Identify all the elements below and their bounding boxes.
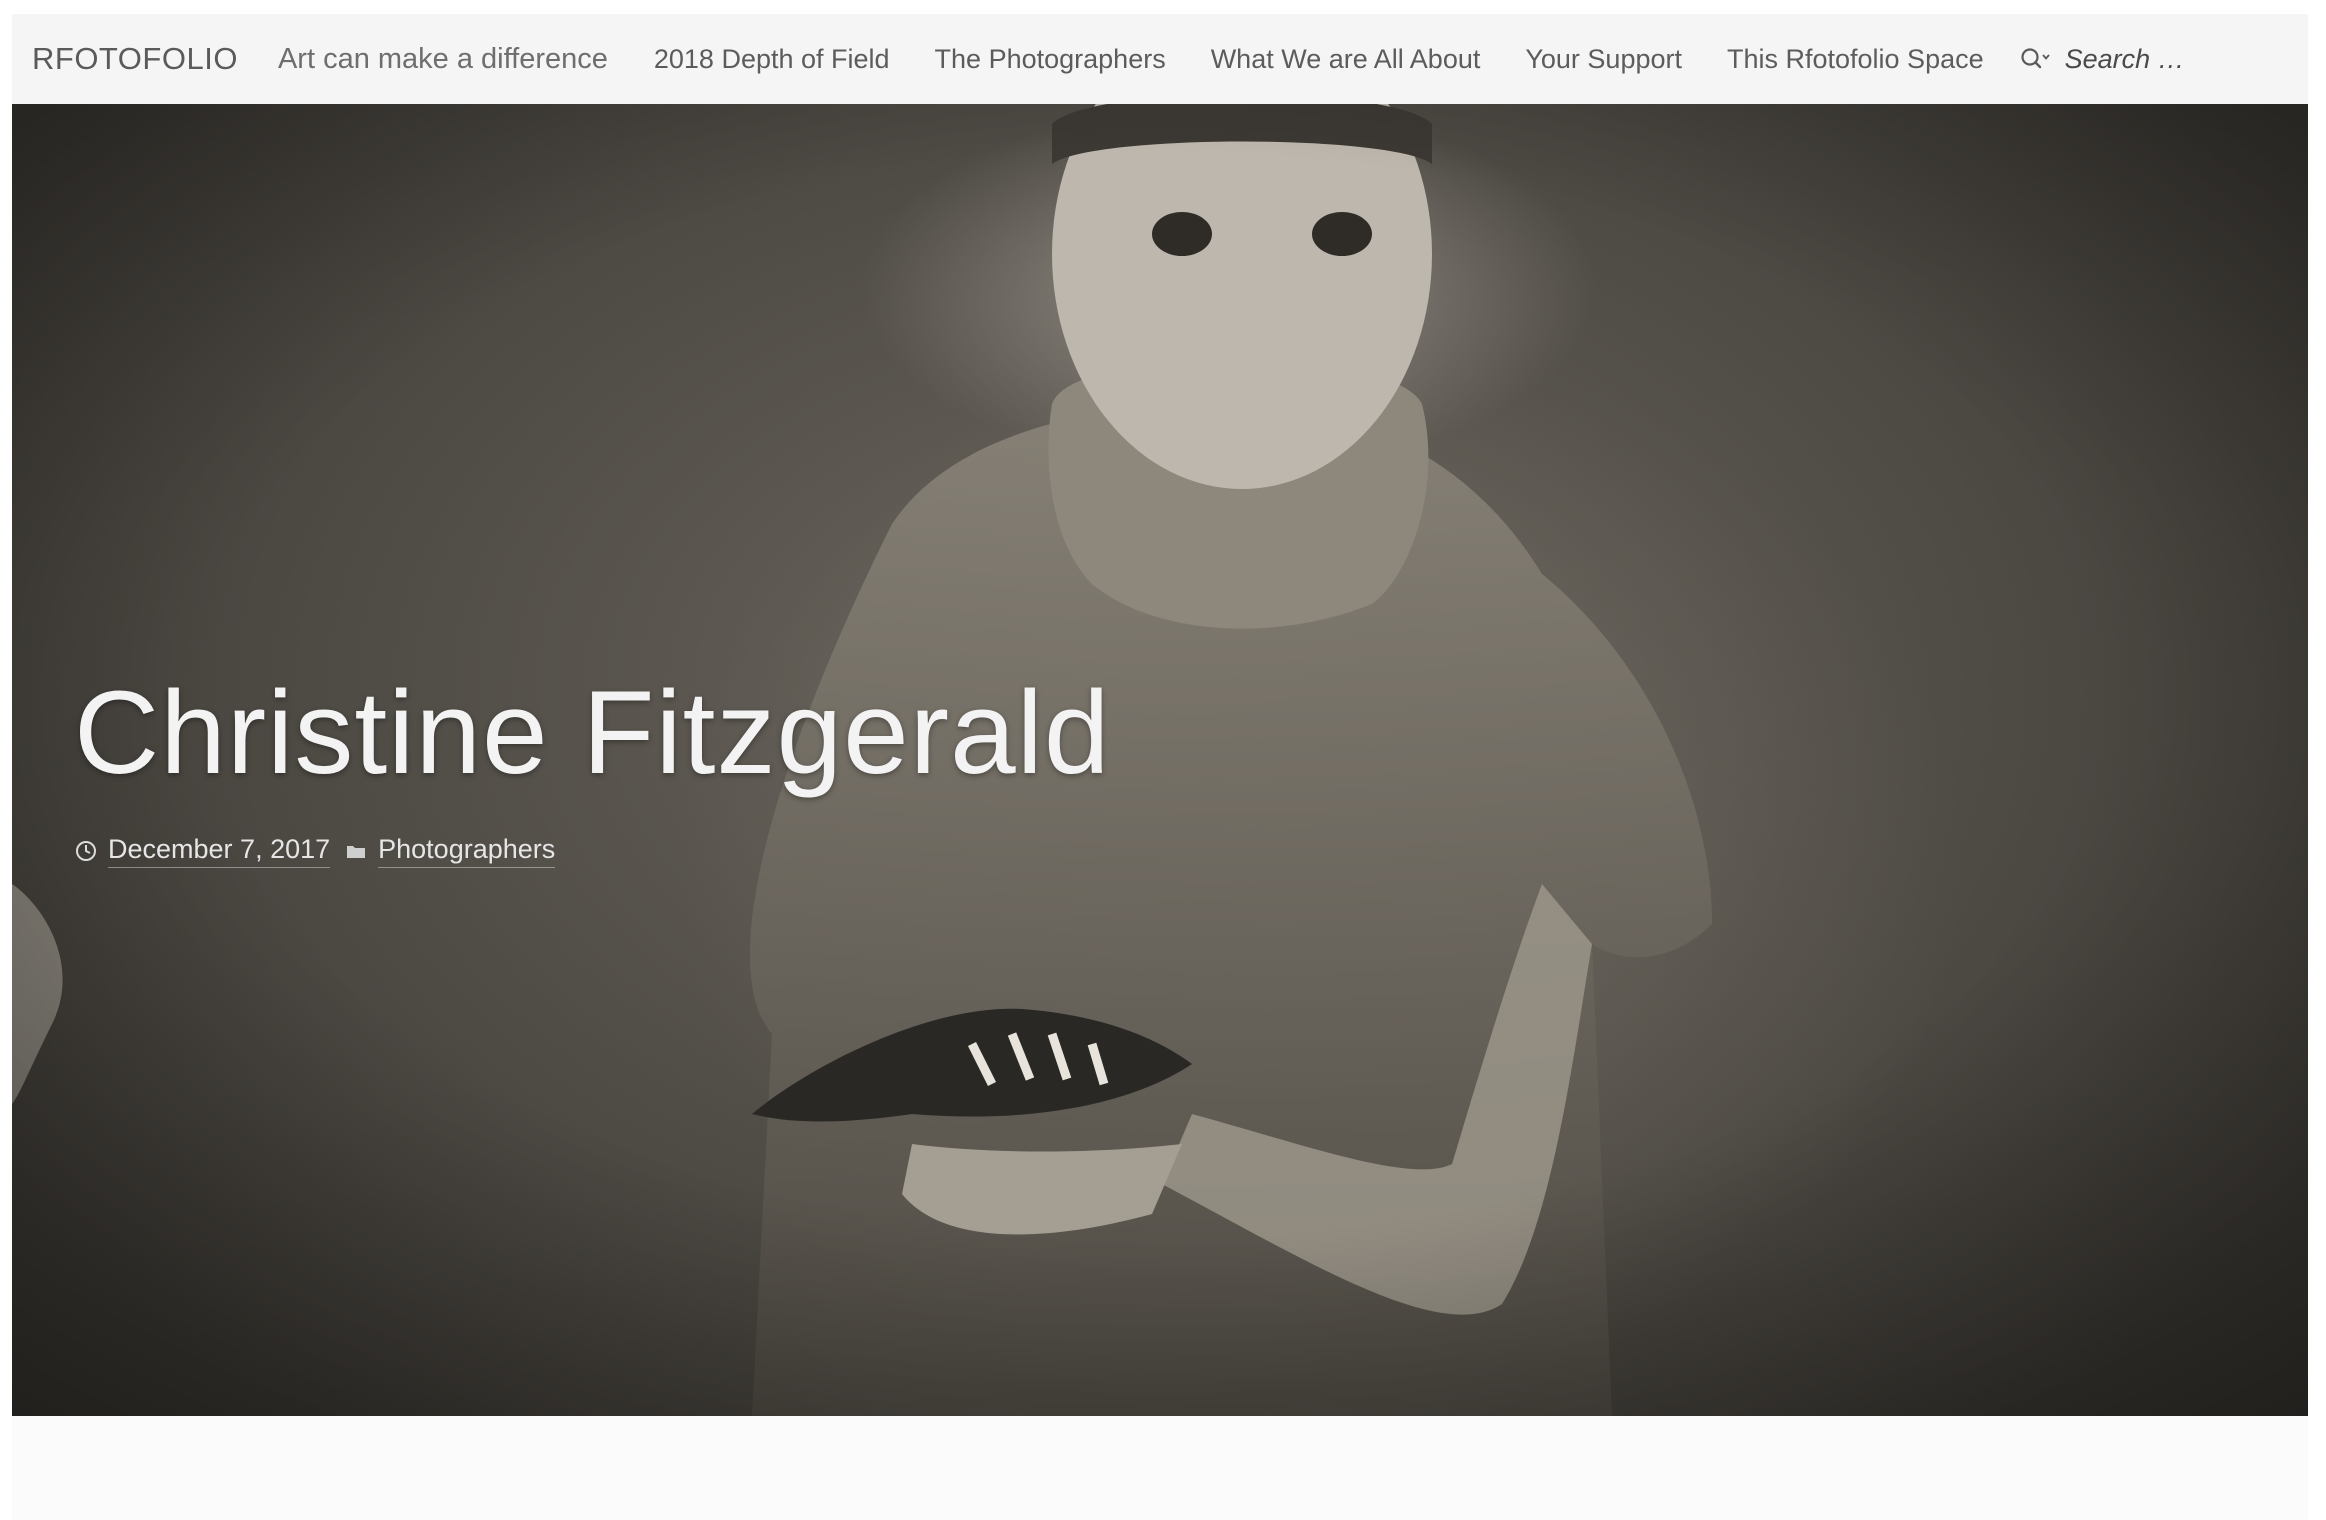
site-header: RFOTOFOLIO Art can make a difference 201… <box>12 14 2308 104</box>
nav-item-about[interactable]: What We are All About <box>1211 44 1481 75</box>
clock-icon <box>74 839 98 863</box>
post-header: Christine Fitzgerald December 7, 2017 Ph… <box>74 674 1110 868</box>
site-tagline: Art can make a difference <box>277 42 608 75</box>
post-meta: December 7, 2017 Photographers <box>74 834 1110 868</box>
hero-banner: Christine Fitzgerald December 7, 2017 Ph… <box>12 104 2308 1416</box>
nav-item-photographers[interactable]: The Photographers <box>935 44 1166 75</box>
folder-icon <box>344 839 368 863</box>
search-form <box>2019 43 2185 75</box>
nav-item-depth-of-field[interactable]: 2018 Depth of Field <box>654 44 890 75</box>
nav-item-support[interactable]: Your Support <box>1525 44 1682 75</box>
page-frame: RFOTOFOLIO Art can make a difference 201… <box>12 14 2308 1520</box>
main-navigation: 2018 Depth of Field The Photographers Wh… <box>654 44 2029 75</box>
search-icon[interactable] <box>2019 46 2053 72</box>
search-input[interactable] <box>2064 43 2185 75</box>
site-logo-link[interactable]: RFOTOFOLIO <box>32 41 238 77</box>
nav-item-space[interactable]: This Rfotofolio Space <box>1727 44 1984 75</box>
post-date-link[interactable]: December 7, 2017 <box>108 834 331 868</box>
post-category-link[interactable]: Photographers <box>378 834 556 868</box>
post-title: Christine Fitzgerald <box>74 667 1111 799</box>
